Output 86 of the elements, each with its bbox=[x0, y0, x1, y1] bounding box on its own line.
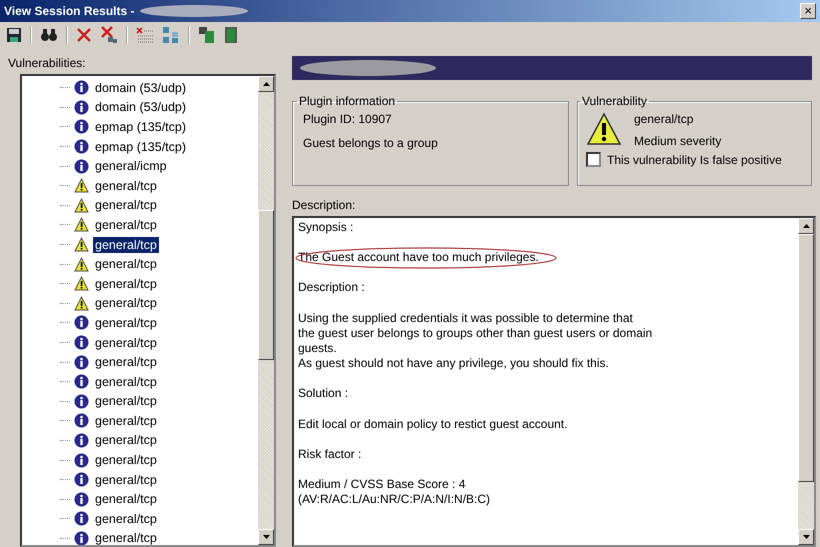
tree-item[interactable]: epmap (135/tcp) bbox=[93, 138, 188, 155]
tree-item[interactable]: general/tcp bbox=[93, 393, 159, 410]
info-icon bbox=[74, 394, 89, 409]
severity-text: Medium severity bbox=[634, 134, 722, 148]
description-text: Risk factor : bbox=[298, 446, 362, 461]
warning-icon bbox=[74, 276, 89, 292]
description-text: Using the supplied credentials it was possible to determine that bbox=[298, 310, 633, 325]
tree-item[interactable]: general/tcp bbox=[93, 216, 159, 233]
tree-item[interactable]: domain (53/udp) bbox=[93, 80, 188, 96]
scroll-up-icon[interactable] bbox=[262, 82, 270, 86]
info-icon bbox=[74, 119, 89, 134]
group-title: Plugin information bbox=[298, 94, 396, 108]
vulnerabilities-label: Vulnerabilities: bbox=[8, 56, 87, 72]
tree-item[interactable]: general/tcp bbox=[93, 178, 159, 194]
description-text: Medium / CVSS Base Score : 4 bbox=[298, 476, 466, 491]
tree-item[interactable]: general/tcp bbox=[93, 314, 159, 331]
tree-item[interactable]: general/tcp bbox=[93, 334, 159, 351]
tree-icon[interactable] bbox=[162, 26, 180, 44]
description-label: Description: bbox=[292, 198, 356, 214]
description-text: (AV:R/AC:L/Au:NR/C:P/A:N/I:N/B:C) bbox=[298, 492, 490, 506]
info-icon bbox=[74, 472, 89, 488]
tree-item[interactable]: general/tcp bbox=[93, 530, 159, 545]
scrollbar[interactable] bbox=[798, 218, 814, 545]
binoculars-icon[interactable] bbox=[40, 27, 58, 43]
warning-icon bbox=[586, 112, 622, 146]
description-text: Description : bbox=[298, 280, 365, 294]
description-text: the guest user belongs to groups other than guest users or domain bbox=[298, 326, 652, 340]
door-icon[interactable] bbox=[224, 26, 238, 44]
description-text: Synopsis : bbox=[298, 220, 354, 234]
delete-icon[interactable] bbox=[76, 27, 92, 43]
description-text: Edit local or domain policy to restict guest account. bbox=[298, 416, 568, 430]
info-icon bbox=[74, 492, 89, 507]
description-text: The Guest account have too much privileges. bbox=[298, 250, 539, 264]
info-icon bbox=[74, 354, 89, 370]
info-icon bbox=[74, 413, 89, 428]
info-icon bbox=[74, 139, 89, 154]
tree-item[interactable]: general/icmp bbox=[93, 158, 169, 174]
delete-tree-icon[interactable] bbox=[100, 26, 118, 44]
tree-item[interactable]: general/tcp bbox=[93, 236, 159, 253]
info-icon bbox=[74, 315, 89, 330]
vulnerability-port: general/tcp bbox=[634, 112, 694, 126]
scroll-down-icon[interactable] bbox=[802, 535, 810, 539]
warning-icon bbox=[74, 178, 89, 194]
tree-item[interactable]: general/tcp bbox=[93, 256, 159, 272]
info-icon bbox=[74, 511, 89, 526]
scroll-down-icon[interactable] bbox=[262, 535, 270, 539]
tree-item[interactable]: epmap (135/tcp) bbox=[93, 118, 188, 135]
group-title: Vulnerability bbox=[581, 94, 648, 108]
plugin-name: Guest belongs to a group bbox=[303, 136, 439, 150]
window-title: View Session Results - bbox=[4, 4, 134, 18]
info-icon bbox=[74, 100, 89, 115]
tree-item[interactable]: general/tcp bbox=[93, 432, 159, 448]
tree-item[interactable]: general/tcp bbox=[93, 472, 159, 488]
info-icon bbox=[74, 158, 89, 174]
tree-item[interactable]: general/tcp bbox=[93, 374, 159, 390]
save-icon[interactable] bbox=[6, 27, 22, 43]
checkbox-label: This vulnerability Is false positive bbox=[607, 152, 782, 166]
info-icon bbox=[74, 432, 89, 448]
tree-item[interactable]: domain (53/udp) bbox=[93, 99, 188, 116]
info-icon bbox=[74, 374, 89, 390]
warning-icon bbox=[74, 217, 89, 232]
warning-icon bbox=[74, 237, 89, 252]
tree-item[interactable]: general/tcp bbox=[93, 491, 159, 508]
description-text: guests. bbox=[298, 340, 337, 355]
warning-icon bbox=[74, 296, 89, 311]
tree-item[interactable]: general/tcp bbox=[93, 412, 159, 429]
delete-list-icon[interactable] bbox=[136, 27, 154, 43]
close-button[interactable]: × bbox=[800, 3, 816, 19]
info-icon bbox=[74, 452, 89, 468]
tree-item[interactable]: general/tcp bbox=[93, 452, 159, 468]
tree-item[interactable]: general/tcp bbox=[93, 354, 159, 370]
description-text: Solution : bbox=[298, 386, 348, 400]
description-text: As guest should not have any privilege, you should fix this. bbox=[298, 356, 609, 370]
scrollbar[interactable] bbox=[258, 76, 274, 545]
warning-icon bbox=[74, 198, 89, 213]
plugin-id: Plugin ID: 10907 bbox=[303, 112, 393, 126]
info-icon bbox=[74, 80, 89, 96]
export-icon[interactable] bbox=[198, 26, 216, 44]
warning-icon bbox=[74, 256, 89, 272]
tree-item[interactable]: general/tcp bbox=[93, 197, 159, 214]
tree-item[interactable]: general/tcp bbox=[93, 510, 159, 527]
scroll-up-icon[interactable] bbox=[802, 224, 810, 228]
tree-item[interactable]: general/tcp bbox=[93, 295, 159, 312]
false-positive-checkbox[interactable] bbox=[586, 152, 601, 167]
tree-item[interactable]: general/tcp bbox=[93, 276, 159, 292]
info-icon bbox=[74, 335, 89, 350]
